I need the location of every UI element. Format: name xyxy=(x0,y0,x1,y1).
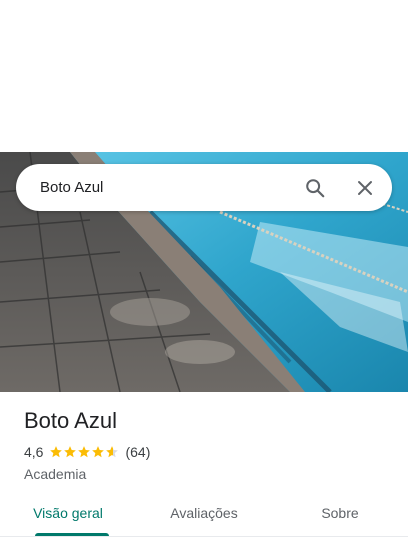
star-icon xyxy=(50,446,63,458)
tab-reviews[interactable]: Avaliações xyxy=(136,494,272,536)
active-tab-indicator xyxy=(35,533,109,536)
star-icon xyxy=(78,446,91,458)
rating-value: 4,6 xyxy=(24,444,44,460)
search-input[interactable] xyxy=(40,175,303,200)
tab-overview[interactable]: Visão geral xyxy=(0,494,136,536)
star-icon xyxy=(106,446,119,458)
place-info: Boto Azul 4,6 (64) Academia xyxy=(24,406,384,482)
rating-row[interactable]: 4,6 (64) xyxy=(24,443,384,461)
close-icon[interactable] xyxy=(353,176,377,200)
search-bar xyxy=(16,164,392,211)
search-icon[interactable] xyxy=(303,176,327,200)
star-icon xyxy=(64,446,77,458)
star-rating xyxy=(49,445,119,459)
star-icon xyxy=(92,446,105,458)
tab-about[interactable]: Sobre xyxy=(272,494,408,536)
review-count: (64) xyxy=(125,444,151,460)
place-category[interactable]: Academia xyxy=(24,466,384,482)
place-title: Boto Azul xyxy=(24,408,117,433)
tab-bar: Visão geral Avaliações Sobre xyxy=(0,494,408,537)
